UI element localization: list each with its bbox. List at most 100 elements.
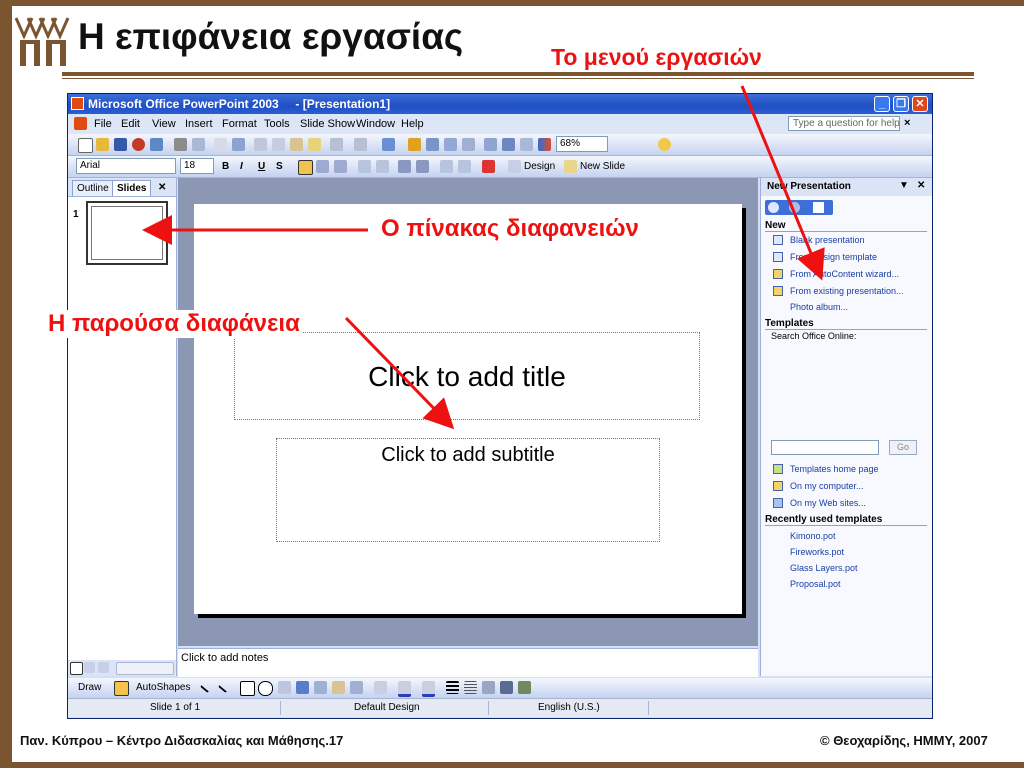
3d-style-icon[interactable]	[518, 681, 531, 694]
line-icon[interactable]	[199, 678, 215, 694]
open-icon[interactable]	[96, 138, 109, 151]
task-pane-menu-icon[interactable]: ▼	[899, 180, 909, 191]
close-icon[interactable]: ✕	[912, 96, 928, 112]
format-painter-icon[interactable]	[308, 138, 321, 151]
save-icon[interactable]	[114, 138, 127, 151]
color-grayscale-icon[interactable]	[538, 138, 551, 151]
undo-icon[interactable]	[330, 138, 343, 151]
font-select[interactable]: Arial	[76, 158, 176, 174]
paste-icon[interactable]	[290, 138, 303, 151]
copy-icon[interactable]	[272, 138, 285, 151]
help-search-input[interactable]: Type a question for help	[788, 116, 900, 131]
recent-template-item[interactable]: Fireworks.pot	[790, 547, 844, 557]
numbering-icon[interactable]	[358, 160, 371, 173]
restore-icon[interactable]: ❐	[893, 96, 909, 112]
print-preview-icon[interactable]	[192, 138, 205, 151]
home-icon[interactable]	[813, 202, 824, 213]
text-box-icon[interactable]	[278, 681, 291, 694]
dash-style-icon[interactable]	[464, 681, 477, 694]
link-existing-presentation[interactable]: From existing presentation...	[790, 286, 904, 296]
zoom-select[interactable]: 68%	[556, 136, 608, 152]
menu-slide-show[interactable]: Slide Show	[300, 118, 355, 130]
document-menu-icon[interactable]	[74, 117, 87, 130]
insert-chart-icon[interactable]	[408, 138, 421, 151]
select-objects-icon[interactable]	[114, 681, 129, 696]
insert-table-icon[interactable]	[426, 138, 439, 151]
design-icon[interactable]	[508, 160, 521, 173]
shadow-button[interactable]: S	[276, 161, 283, 172]
expand-all-icon[interactable]	[484, 138, 497, 151]
clip-art-icon[interactable]	[332, 681, 345, 694]
hyperlink-icon[interactable]	[382, 138, 395, 151]
slide-show-view-icon[interactable]	[98, 662, 109, 673]
notes-pane[interactable]: Click to add notes	[178, 648, 758, 677]
fill-color-icon[interactable]	[374, 681, 387, 694]
recent-template-item[interactable]: Glass Layers.pot	[790, 563, 858, 573]
print-icon[interactable]	[174, 138, 187, 151]
menu-format[interactable]: Format	[222, 118, 257, 130]
decrease-indent-icon[interactable]	[440, 160, 453, 173]
recent-template-item[interactable]: Kimono.pot	[790, 531, 836, 541]
wordart-icon[interactable]	[296, 681, 309, 694]
bullets-icon[interactable]	[376, 160, 389, 173]
diagram-icon[interactable]	[314, 681, 327, 694]
new-icon[interactable]	[78, 138, 93, 153]
task-pane-close-icon[interactable]: ✕	[917, 180, 925, 191]
menu-view[interactable]: View	[152, 118, 176, 130]
powerpoint-app-icon[interactable]	[71, 97, 84, 110]
pane-scrollbar[interactable]	[116, 662, 174, 675]
cut-icon[interactable]	[254, 138, 267, 151]
link-from-design-template[interactable]: From design template	[790, 252, 877, 262]
back-icon[interactable]	[768, 202, 779, 213]
title-placeholder[interactable]: Click to add title	[234, 332, 700, 420]
slide-thumbnail[interactable]	[86, 201, 168, 265]
line-color-icon[interactable]	[398, 681, 411, 697]
redo-icon[interactable]	[354, 138, 367, 151]
menu-file[interactable]: File	[94, 118, 112, 130]
document-close-icon[interactable]: ×	[904, 117, 910, 129]
oval-icon[interactable]	[258, 681, 273, 696]
email-icon[interactable]	[150, 138, 163, 151]
menu-tools[interactable]: Tools	[264, 118, 290, 130]
link-blank-presentation[interactable]: Blank presentation	[790, 235, 865, 245]
permission-icon[interactable]	[132, 138, 145, 151]
normal-view-icon[interactable]	[70, 662, 83, 675]
menu-insert[interactable]: Insert	[185, 118, 213, 130]
increase-indent-icon[interactable]	[458, 160, 471, 173]
decrease-font-icon[interactable]	[416, 160, 429, 173]
research-icon[interactable]	[232, 138, 245, 151]
close-pane-icon[interactable]: ✕	[154, 180, 170, 195]
tab-outline[interactable]: Outline	[72, 180, 114, 196]
font-color-draw-icon[interactable]	[422, 681, 435, 697]
menu-edit[interactable]: Edit	[121, 118, 140, 130]
new-slide-icon[interactable]	[564, 160, 577, 173]
subtitle-placeholder[interactable]: Click to add subtitle	[276, 438, 660, 542]
line-style-icon[interactable]	[446, 681, 459, 694]
current-slide[interactable]: Click to add title Click to add subtitle	[194, 204, 742, 614]
arrow-style-icon[interactable]	[482, 681, 495, 694]
align-right-icon[interactable]	[334, 160, 347, 173]
forward-icon[interactable]	[789, 202, 800, 213]
bold-button[interactable]: B	[222, 161, 229, 172]
template-search-input[interactable]	[771, 440, 879, 455]
link-photo-album[interactable]: Photo album...	[790, 302, 848, 312]
new-slide-button[interactable]: New Slide	[580, 161, 625, 172]
recent-template-item[interactable]: Proposal.pot	[790, 579, 841, 589]
go-button[interactable]: Go	[889, 440, 917, 455]
increase-font-icon[interactable]	[398, 160, 411, 173]
link-autocontent-wizard[interactable]: From AutoContent wizard...	[790, 269, 899, 279]
menu-help[interactable]: Help	[401, 118, 424, 130]
link-on-my-computer[interactable]: On my computer...	[790, 481, 864, 491]
link-on-my-web-sites[interactable]: On my Web sites...	[790, 498, 866, 508]
spelling-icon[interactable]	[214, 138, 227, 151]
rectangle-icon[interactable]	[240, 681, 255, 696]
show-formatting-icon[interactable]	[502, 138, 515, 151]
align-left-icon[interactable]	[298, 160, 313, 175]
font-size-select[interactable]: 18	[180, 158, 214, 174]
link-templates-home-page[interactable]: Templates home page	[790, 464, 879, 474]
autoshapes-menu-button[interactable]: AutoShapes	[136, 682, 191, 693]
tables-borders-icon[interactable]	[444, 138, 457, 151]
underline-button[interactable]: U	[258, 161, 265, 172]
help-icon[interactable]	[658, 138, 671, 151]
tab-slides[interactable]: Slides	[112, 180, 152, 196]
